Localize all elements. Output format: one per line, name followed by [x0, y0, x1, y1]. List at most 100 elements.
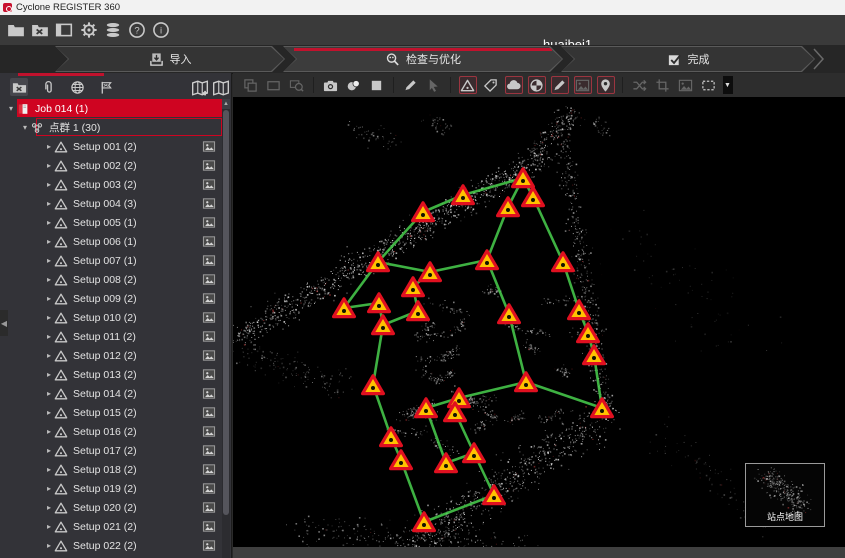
setup-marker[interactable]	[363, 376, 384, 394]
show-setups-triangle-icon[interactable]	[459, 76, 477, 94]
expand-arrow[interactable]: ▸	[44, 332, 54, 341]
expand-arrow[interactable]: ▸	[44, 503, 54, 512]
setup-thumbnail-icon[interactable]	[202, 140, 216, 153]
close-project-icon[interactable]	[31, 21, 49, 39]
setup-thumbnail-icon[interactable]	[202, 425, 216, 438]
tree-row-setup[interactable]: ▸ Setup 008 (2)	[0, 270, 224, 289]
setup-thumbnail-icon[interactable]	[202, 463, 216, 476]
camera-icon[interactable]	[322, 76, 340, 94]
expand-arrow[interactable]: ▸	[44, 294, 54, 303]
tree-row-setup[interactable]: ▸ Setup 014 (2)	[0, 384, 224, 403]
open-project-icon[interactable]	[7, 21, 25, 39]
setup-thumbnail-icon[interactable]	[202, 482, 216, 495]
show-pins-icon[interactable]	[597, 76, 615, 94]
show-targets-icon[interactable]	[528, 76, 546, 94]
tree-row-cluster[interactable]: ▾ 点群 1 (30)	[0, 118, 224, 137]
setup-thumbnail-icon[interactable]	[202, 216, 216, 229]
stop-square-icon[interactable]	[368, 76, 386, 94]
setup-marker[interactable]	[477, 251, 498, 269]
setup-thumbnail-icon[interactable]	[202, 330, 216, 343]
tree-row-setup[interactable]: ▸ Setup 016 (2)	[0, 422, 224, 441]
expand-arrow[interactable]: ▸	[44, 313, 54, 322]
tree-row-setup[interactable]: ▸ Setup 001 (2)	[0, 137, 224, 156]
setup-thumbnail-icon[interactable]	[202, 273, 216, 286]
expand-arrow[interactable]: ▸	[44, 161, 54, 170]
expand-arrow[interactable]: ▸	[44, 446, 54, 455]
link-line[interactable]	[509, 314, 526, 382]
setup-marker[interactable]	[569, 301, 590, 319]
setup-thumbnail-icon[interactable]	[202, 539, 216, 552]
attachments-clip-icon[interactable]	[39, 78, 57, 96]
tree-row-setup[interactable]: ▸ Setup 006 (1)	[0, 232, 224, 251]
scrollbar-thumb[interactable]	[223, 110, 229, 515]
expand-arrow[interactable]: ▸	[44, 218, 54, 227]
setup-markers[interactable]	[334, 169, 613, 531]
panel-scrollbar[interactable]: ▲	[222, 99, 230, 558]
expand-arrow[interactable]: ▸	[44, 199, 54, 208]
info-icon[interactable]	[152, 21, 170, 39]
image-view-icon[interactable]	[677, 76, 695, 94]
tree-row-setup[interactable]: ▸ Setup 022 (2)	[0, 536, 224, 555]
expand-arrow[interactable]: ▸	[44, 256, 54, 265]
setup-marker[interactable]	[373, 316, 394, 334]
setup-marker[interactable]	[513, 169, 534, 187]
setup-marker[interactable]	[464, 444, 485, 462]
show-links-pen-icon[interactable]	[551, 76, 569, 94]
setup-marker[interactable]	[408, 302, 429, 320]
marquee-select-icon[interactable]	[700, 76, 718, 94]
setup-marker[interactable]	[369, 294, 390, 312]
frame-icon[interactable]	[265, 76, 283, 94]
select-cursor-icon[interactable]	[425, 76, 443, 94]
setup-marker[interactable]	[413, 203, 434, 221]
setup-thumbnail-icon[interactable]	[202, 368, 216, 381]
setup-marker[interactable]	[484, 486, 505, 504]
expand-arrow[interactable]: ▸	[44, 180, 54, 189]
setup-marker[interactable]	[553, 253, 574, 271]
tree-row-setup[interactable]: ▸ Setup 011 (2)	[0, 327, 224, 346]
setup-marker[interactable]	[584, 346, 605, 364]
registration-links[interactable]	[344, 178, 602, 522]
tree-row-setup[interactable]: ▸ Setup 007 (1)	[0, 251, 224, 270]
settings-gear-icon[interactable]	[80, 21, 98, 39]
setup-marker[interactable]	[523, 188, 544, 206]
setup-thumbnail-icon[interactable]	[202, 501, 216, 514]
expand-arrow[interactable]: ▸	[44, 541, 54, 550]
setup-marker[interactable]	[436, 454, 457, 472]
show-cloud-icon[interactable]	[505, 76, 523, 94]
help-icon[interactable]	[128, 21, 146, 39]
setup-marker[interactable]	[498, 198, 519, 216]
setup-thumbnail-icon[interactable]	[202, 444, 216, 457]
tree-row-setup[interactable]: ▸ Setup 017 (2)	[0, 441, 224, 460]
tree-row-setup[interactable]: ▸ Setup 020 (2)	[0, 498, 224, 517]
crop-icon[interactable]	[654, 76, 672, 94]
zoom-region-icon[interactable]	[288, 76, 306, 94]
project-explorer-icon[interactable]	[10, 78, 28, 96]
tree-row-setup[interactable]: ▸ Setup 010 (2)	[0, 308, 224, 327]
tree-row-setup[interactable]: ▸ Setup 018 (2)	[0, 460, 224, 479]
setup-thumbnail-icon[interactable]	[202, 292, 216, 305]
expand-arrow[interactable]: ▸	[44, 142, 54, 151]
measure-pen-icon[interactable]	[402, 76, 420, 94]
expand-arrow[interactable]: ▸	[44, 484, 54, 493]
site-minimap[interactable]: 站点地图	[745, 463, 825, 527]
add-map-view-icon[interactable]	[191, 79, 210, 97]
setup-thumbnail-icon[interactable]	[202, 349, 216, 362]
expand-arrow[interactable]: ▸	[44, 408, 54, 417]
setup-thumbnail-icon[interactable]	[202, 406, 216, 419]
show-images-icon[interactable]	[574, 76, 592, 94]
setup-thumbnail-icon[interactable]	[202, 520, 216, 533]
expand-arrow[interactable]: ▸	[44, 351, 54, 360]
expand-arrow[interactable]: ▸	[44, 427, 54, 436]
copy-icon[interactable]	[242, 76, 260, 94]
setup-thumbnail-icon[interactable]	[202, 311, 216, 324]
workflow-step-import[interactable]: 导入	[55, 46, 285, 72]
setup-marker[interactable]	[391, 451, 412, 469]
tree-row-setup[interactable]: ▸ Setup 019 (2)	[0, 479, 224, 498]
panel-collapse-handle[interactable]: ◀	[0, 310, 8, 336]
panels-icon[interactable]	[55, 21, 73, 39]
setup-marker[interactable]	[516, 373, 537, 391]
auto-link-shuffle-icon[interactable]	[631, 76, 649, 94]
setup-thumbnail-icon[interactable]	[202, 235, 216, 248]
show-labels-tag-icon[interactable]	[482, 76, 500, 94]
expand-arrow[interactable]: ▾	[6, 104, 16, 113]
